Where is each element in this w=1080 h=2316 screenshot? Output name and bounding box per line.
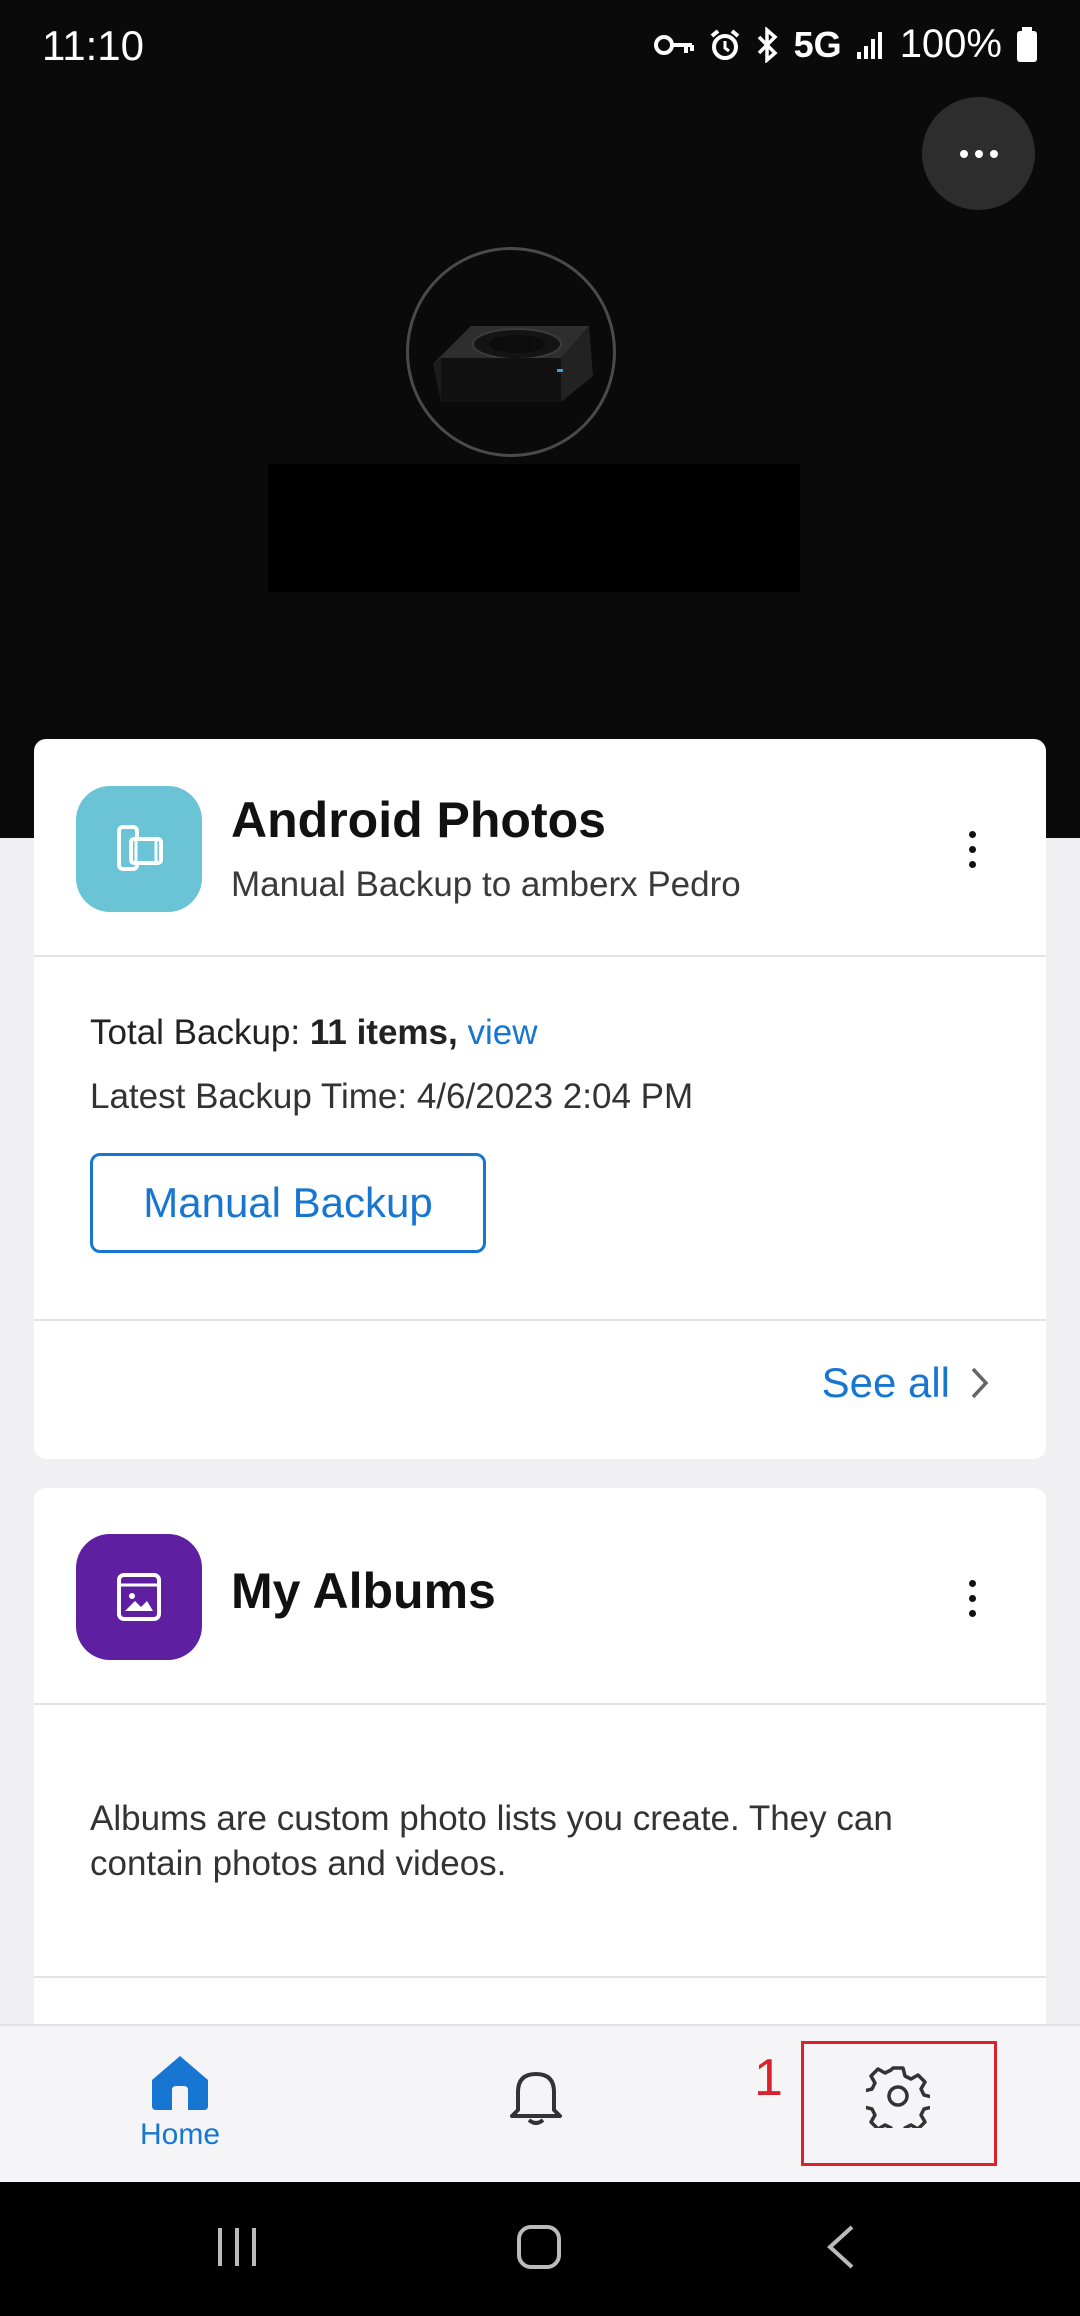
nav-home[interactable]: Home: [120, 2054, 240, 2152]
home-icon: [152, 2056, 208, 2110]
see-all-label: See all: [821, 1359, 950, 1406]
card-menu-button[interactable]: [960, 1580, 984, 1617]
card-title: Android Photos: [231, 792, 606, 848]
my-albums-card: My Albums Albums are custom photo lists …: [34, 1488, 1046, 2048]
latest-backup-label: Latest Backup Time:: [90, 1077, 408, 1116]
signal-icon: [856, 31, 882, 59]
nav-notifications[interactable]: [504, 2064, 568, 2133]
status-time: 11:10: [42, 22, 144, 69]
divider: [34, 1976, 1046, 1978]
card-menu-button[interactable]: [960, 831, 984, 868]
see-all-link[interactable]: See all: [822, 1359, 990, 1407]
total-backup-label: Total Backup:: [90, 1013, 301, 1052]
total-backup-row: Total Backup: 11 items, view: [90, 1013, 538, 1053]
manual-backup-button[interactable]: Manual Backup: [90, 1153, 486, 1253]
total-backup-value: 11 items,: [309, 1013, 458, 1052]
device-avatar: [406, 247, 616, 457]
latest-backup-row: Latest Backup Time: 4/6/2023 2:04 PM: [90, 1077, 693, 1117]
divider: [34, 955, 1046, 957]
vpn-key-icon: [653, 34, 694, 55]
back-icon[interactable]: [824, 2224, 858, 2270]
more-options-button[interactable]: [922, 97, 1035, 210]
android-photos-icon: [76, 786, 202, 912]
divider: [34, 1319, 1046, 1321]
more-horizontal-icon: [959, 149, 998, 158]
bluetooth-icon: [757, 26, 778, 63]
annotation-number: 1: [754, 2049, 783, 2107]
latest-backup-value: 4/6/2023 2:04 PM: [416, 1077, 694, 1116]
divider: [34, 1703, 1046, 1705]
my-albums-icon: [76, 1534, 202, 1660]
album-icon: [117, 1573, 161, 1621]
nav-home-label: Home: [139, 2118, 221, 2151]
albums-description: Albums are custom photo lists you create…: [90, 1799, 893, 1883]
annotation-highlight-box: [801, 2041, 997, 2166]
status-icons: 5G 100%: [653, 22, 1038, 67]
status-bar: 11:10 5G 100%: [0, 0, 1080, 96]
network-type: 5G: [793, 23, 842, 65]
alarm-icon: [710, 28, 739, 60]
card-title: My Albums: [231, 1563, 496, 1619]
home-system-icon[interactable]: [516, 2224, 562, 2270]
device-name-redacted: [268, 464, 800, 592]
bell-icon: [510, 2072, 562, 2125]
phone-film-icon: [117, 825, 163, 871]
battery-percent: 100%: [899, 22, 1002, 66]
recent-apps-icon[interactable]: [214, 2224, 260, 2270]
view-link[interactable]: view: [467, 1013, 537, 1052]
nas-device-image: [433, 326, 593, 408]
battery-icon: [1017, 26, 1037, 62]
system-nav-bar: [0, 2182, 1080, 2316]
chevron-right-icon: [971, 1367, 989, 1399]
card-subtitle: Manual Backup to amberx Pedro: [231, 865, 741, 904]
android-photos-card: Android Photos Manual Backup to amberx P…: [34, 739, 1046, 1459]
